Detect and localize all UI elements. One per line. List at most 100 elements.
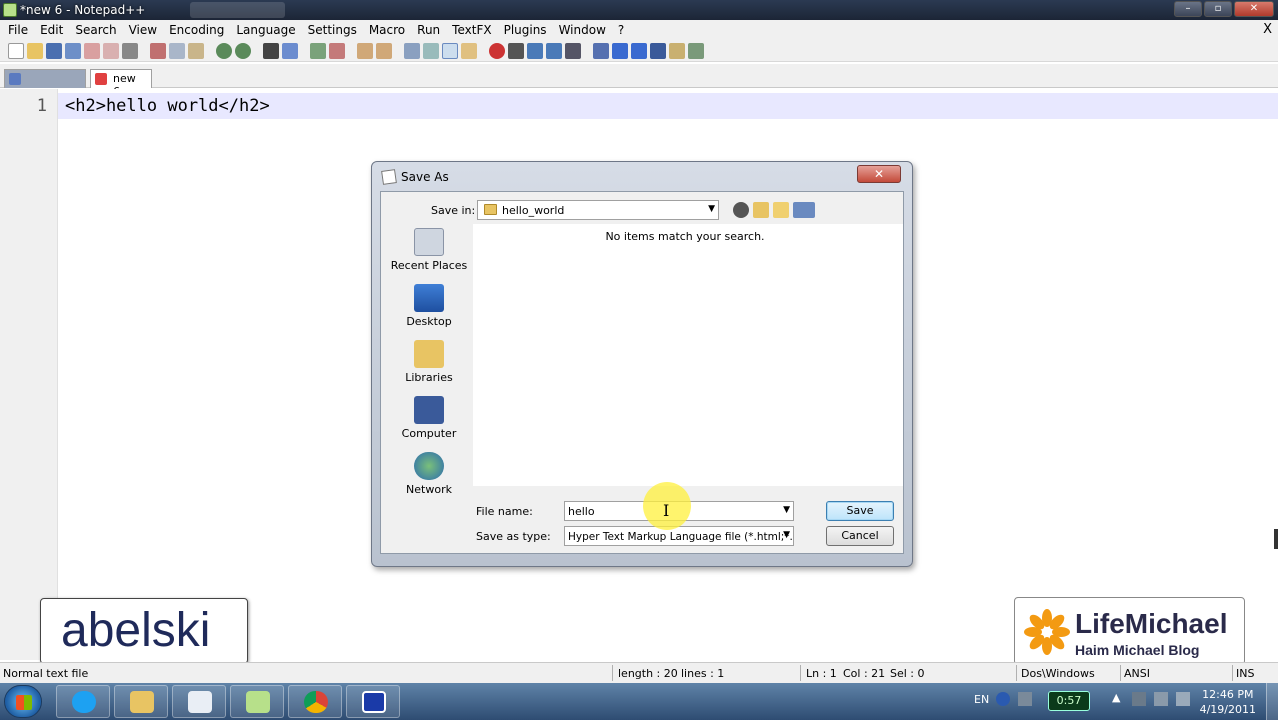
menu-view[interactable]: View [123,23,163,37]
menu-run[interactable]: Run [411,23,446,37]
indent-guide-icon[interactable] [442,42,458,59]
close-all-icon[interactable] [103,42,119,59]
new-file-icon[interactable] [8,42,24,59]
menu-window[interactable]: Window [553,23,612,37]
chevron-down-icon[interactable]: ▼ [783,505,790,515]
network-tray-icon[interactable] [1154,692,1168,706]
place-libraries[interactable]: Libraries [385,340,473,384]
menu-file[interactable]: File [2,23,34,37]
new-folder-icon[interactable] [773,202,789,218]
sync-horizontal-icon[interactable] [376,42,392,59]
background-window-tab [190,2,285,18]
taskbar-chrome[interactable] [288,685,342,718]
close-file-icon[interactable] [84,42,100,59]
zoom-in-icon[interactable] [310,42,326,59]
notepad-icon [381,169,397,185]
cancel-button[interactable]: Cancel [826,526,894,546]
status-ln: Ln : 1 [806,667,837,680]
taskbar-recorder[interactable] [346,685,400,718]
cut-icon[interactable] [150,42,166,59]
tray-device-icon[interactable] [1132,692,1146,706]
menu-encoding[interactable]: Encoding [163,23,230,37]
zoom-out-icon[interactable] [329,42,345,59]
status-sel: Sel : 0 [890,667,925,680]
taskbar-explorer[interactable] [114,685,168,718]
menu-search[interactable]: Search [69,23,122,37]
paste-icon[interactable] [188,42,204,59]
menu-help[interactable]: ? [612,23,630,37]
minimize-button[interactable]: – [1174,1,1202,17]
plugin-icon[interactable] [669,42,685,59]
play-macro-icon[interactable] [527,42,543,59]
recording-timer[interactable]: 0:57 [1048,691,1090,711]
title-bar: *new 6 - Notepad++ – ▫ ✕ [0,0,1278,20]
save-all-icon[interactable] [65,42,81,59]
spellcheck-icon[interactable] [688,42,704,59]
close-document-icon[interactable]: X [1263,22,1272,37]
find-icon[interactable] [263,42,279,59]
open-file-icon[interactable] [27,42,43,59]
menu-macro[interactable]: Macro [363,23,411,37]
system-clock[interactable]: 12:46 PM 4/19/2011 [1200,687,1256,717]
status-insert-mode: INS [1236,667,1255,680]
show-desktop-button[interactable] [1266,683,1278,720]
show-all-chars-icon[interactable] [423,42,439,59]
taskbar: EN 0:57 ▲ 12:46 PM 4/19/2011 [0,683,1278,720]
menu-textfx[interactable]: TextFX [446,23,497,37]
sync-vertical-icon[interactable] [357,42,373,59]
menu-plugins[interactable]: Plugins [498,23,553,37]
taskbar-skype[interactable] [56,685,110,718]
record-macro-icon[interactable] [489,42,505,59]
user-lang-icon[interactable] [461,42,477,59]
place-recent[interactable]: Recent Places [385,228,473,272]
notepadpp-taskbar-icon [246,691,270,713]
stop-macro-icon[interactable] [508,42,524,59]
move-up-icon[interactable] [612,42,628,59]
code-line[interactable]: <h2>hello world</h2> [65,96,270,116]
place-network[interactable]: Network [385,452,473,496]
save-as-type-dropdown[interactable]: Hyper Text Markup Language file (*.html;… [564,526,794,546]
maximize-button[interactable]: ▫ [1204,1,1232,17]
network-icon [414,452,444,480]
copy-icon[interactable] [169,42,185,59]
language-indicator[interactable]: EN [974,693,989,706]
dialog-close-button[interactable]: ✕ [857,165,901,183]
tab-new-6[interactable]: new 6 [90,69,152,98]
taskbar-pdf[interactable] [172,685,226,718]
word-wrap-icon[interactable] [404,42,420,59]
show-hidden-icons-icon[interactable]: ▲ [1112,691,1120,704]
file-list[interactable]: No items match your search. [473,224,903,486]
sort-icon[interactable] [650,42,666,59]
replace-icon[interactable] [282,42,298,59]
lifemichael-title: LifeMichael [1075,608,1228,639]
empty-message: No items match your search. [605,230,765,243]
menu-language[interactable]: Language [230,23,301,37]
save-macro-icon[interactable] [565,42,581,59]
save-in-dropdown[interactable]: hello_world ▼ [477,200,719,220]
menu-settings[interactable]: Settings [302,23,363,37]
up-folder-icon[interactable] [753,202,769,218]
view-menu-icon[interactable] [793,202,815,218]
status-encoding: ANSI [1124,667,1150,680]
tab-blurred[interactable] [4,69,86,88]
menu-edit[interactable]: Edit [34,23,69,37]
tray-app-icon[interactable] [1018,692,1032,706]
print-icon[interactable] [122,42,138,59]
close-button[interactable]: ✕ [1234,1,1274,17]
place-desktop[interactable]: Desktop [385,284,473,328]
taskbar-notepadpp[interactable] [230,685,284,718]
chevron-down-icon: ▼ [783,530,790,540]
redo-icon[interactable] [235,42,251,59]
run-macro-multiple-icon[interactable] [546,42,562,59]
help-tray-icon[interactable] [996,692,1010,706]
move-down-icon[interactable] [631,42,647,59]
start-button[interactable] [4,685,42,718]
save-icon[interactable] [46,42,62,59]
place-computer[interactable]: Computer [385,396,473,440]
save-button[interactable]: Save [826,501,894,521]
textfx-icon[interactable] [593,42,609,59]
back-icon[interactable] [733,202,749,218]
computer-icon [414,396,444,424]
volume-icon[interactable] [1176,692,1190,706]
undo-icon[interactable] [216,42,232,59]
